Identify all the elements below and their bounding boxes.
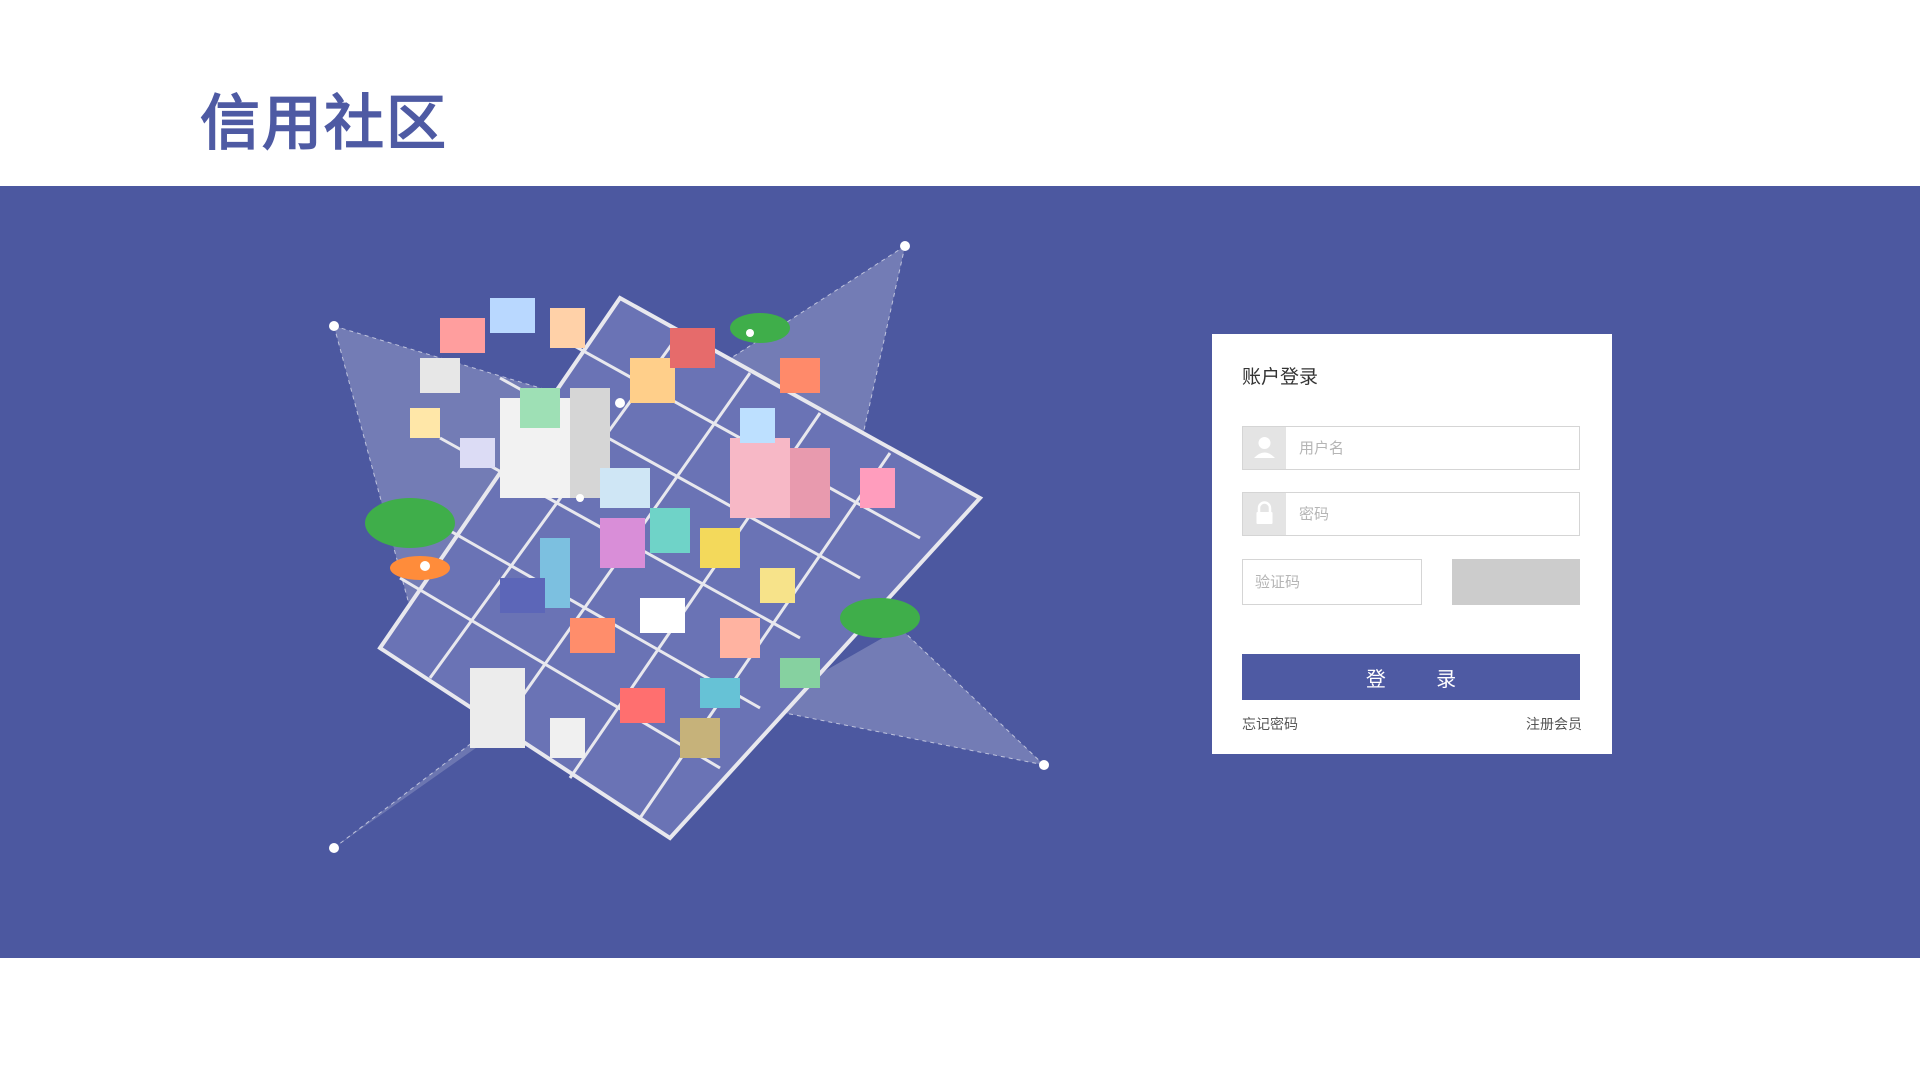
register-link[interactable]: 注册会员: [1526, 714, 1582, 734]
header: 信用社区: [0, 0, 1920, 186]
forgot-password-link[interactable]: 忘记密码: [1242, 714, 1298, 734]
footer: [0, 958, 1920, 1080]
login-card: 账户登录 登 录 忘记密码 注册会员: [1212, 334, 1612, 754]
captcha-image[interactable]: [1452, 559, 1580, 605]
lock-icon: [1243, 493, 1286, 535]
hero-band: 账户登录 登 录 忘记密码 注册会员: [0, 186, 1920, 958]
username-field[interactable]: [1242, 426, 1580, 470]
captcha-input[interactable]: [1242, 559, 1422, 605]
password-field[interactable]: [1242, 492, 1580, 536]
login-button[interactable]: 登 录: [1242, 654, 1580, 700]
city-illustration: [329, 241, 1049, 853]
user-icon: [1243, 427, 1286, 469]
site-logo[interactable]: 信用社区: [200, 88, 448, 160]
password-input[interactable]: [1287, 493, 1577, 535]
login-title: 账户登录: [1242, 366, 1319, 388]
username-input[interactable]: [1287, 427, 1577, 469]
